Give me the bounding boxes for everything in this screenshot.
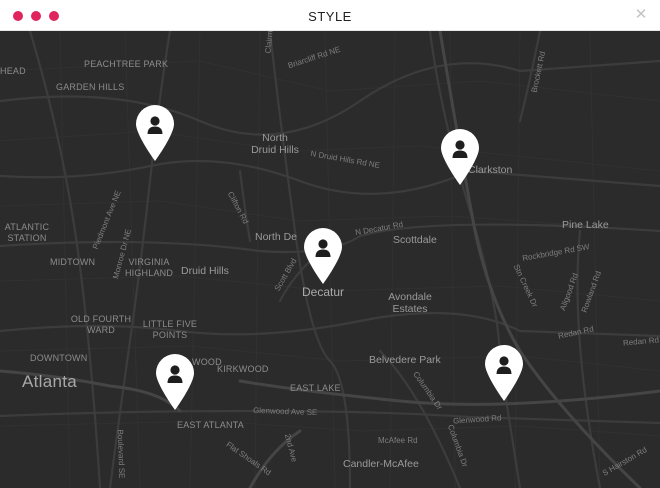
label-north-decatur: North De <box>255 231 298 243</box>
map-canvas[interactable]: HEAD PEACHTREE PARK GARDEN HILLS North D… <box>0 31 660 488</box>
label-virginia-highland: VIRGINIA HIGHLAND <box>124 257 174 278</box>
label-kirkwood: KIRKWOOD <box>217 364 269 374</box>
label-candler-mcafee: Candler-McAfee <box>343 458 419 470</box>
map-pin[interactable] <box>155 353 195 411</box>
label-belvedere-park: Belvedere Park <box>369 354 441 366</box>
label-garden-hills: GARDEN HILLS <box>56 82 125 92</box>
map-pin[interactable] <box>303 227 343 285</box>
map-pin[interactable] <box>440 128 480 186</box>
map-pin[interactable] <box>135 104 175 162</box>
label-east-lake: EAST LAKE <box>290 383 341 393</box>
label-midtown: MIDTOWN <box>50 257 96 267</box>
label-peachtree-park: PEACHTREE PARK <box>84 59 169 69</box>
label-north-druid-hills: North Druid Hills <box>251 132 299 156</box>
label-east-atlanta: EAST ATLANTA <box>177 420 244 430</box>
label-atlantic-station: ATLANTIC STATION <box>4 222 50 243</box>
label-decatur: Decatur <box>302 285 345 299</box>
label-little-five-points: LITTLE FIVE POINTS <box>142 319 198 340</box>
label-downtown: DOWNTOWN <box>30 353 88 363</box>
label-druid-hills: Druid Hills <box>181 265 229 277</box>
label-old-fourth-ward: OLD FOURTH WARD <box>70 314 132 335</box>
window-title: STYLE <box>308 9 352 24</box>
road-label-boulevard: Boulevard SE <box>115 429 127 479</box>
road-label-mcafee: McAfee Rd <box>378 436 418 445</box>
close-icon[interactable]: ✕ <box>632 6 650 24</box>
label-atlanta: Atlanta <box>22 372 78 391</box>
label-avondale-estates: Avondale Estates <box>388 291 432 315</box>
map-pin[interactable] <box>484 344 524 402</box>
app-window: STYLE ✕ HEAD PEACHTREE PARK GARDEN HILLS… <box>0 0 660 488</box>
title-bar: STYLE ✕ <box>0 0 660 31</box>
road-label-clairmont: Clairm <box>263 31 275 54</box>
label-scottdale: Scottdale <box>393 234 437 246</box>
label-headland: HEAD <box>0 66 26 76</box>
label-pine-lake: Pine Lake <box>562 219 609 231</box>
